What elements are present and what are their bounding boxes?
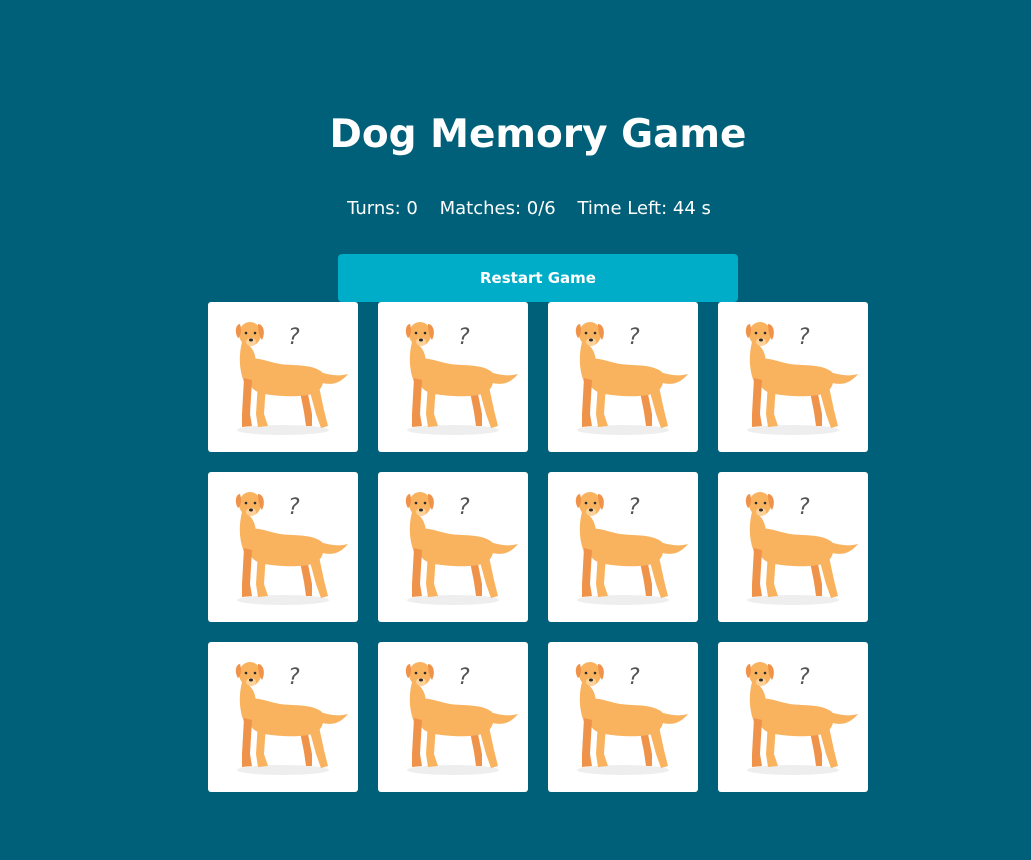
memory-card[interactable]: ? [718,642,868,792]
game-stats: Turns: 0 Matches: 0/6 Time Left: 44 s [0,197,1031,221]
question-mark: ? [458,495,470,520]
dog-icon: ? [575,662,688,775]
matches-counter: Matches: 0/6 [439,198,556,219]
memory-card[interactable]: ? [718,302,868,452]
memory-card[interactable]: ? [718,472,868,622]
page-title: Dog Memory Game [329,112,747,157]
memory-card[interactable]: ? [378,302,528,452]
question-mark: ? [798,665,810,690]
question-mark: ? [628,665,640,690]
card-grid: ? ? ? ? ? ? ? ? ? ? ? ? [208,302,868,792]
dog-icon: ? [405,492,518,605]
dog-icon: ? [405,662,518,775]
question-mark: ? [628,325,640,350]
dog-icon: ? [405,322,518,435]
memory-card[interactable]: ? [378,642,528,792]
question-mark: ? [288,495,300,520]
time-left-counter: Time Left: 44 s [577,198,711,219]
question-mark: ? [628,495,640,520]
memory-card[interactable]: ? [548,472,698,622]
dog-icon: ? [745,662,858,775]
memory-card[interactable]: ? [548,302,698,452]
dog-icon: ? [745,322,858,435]
question-mark: ? [798,495,810,520]
memory-card[interactable]: ? [548,642,698,792]
question-mark: ? [288,325,300,350]
memory-card[interactable]: ? [208,642,358,792]
dog-icon: ? [235,662,348,775]
memory-card[interactable]: ? [208,472,358,622]
restart-game-button[interactable]: Restart Game [338,254,738,302]
question-mark: ? [798,325,810,350]
memory-card[interactable]: ? [208,302,358,452]
dog-icon: ? [575,322,688,435]
turns-counter: Turns: 0 [347,198,418,219]
dog-icon: ? [235,492,348,605]
question-mark: ? [458,325,470,350]
dog-icon: ? [235,322,348,435]
dog-icon: ? [575,492,688,605]
question-mark: ? [288,665,300,690]
memory-card[interactable]: ? [378,472,528,622]
dog-icon: ? [745,492,858,605]
question-mark: ? [458,665,470,690]
